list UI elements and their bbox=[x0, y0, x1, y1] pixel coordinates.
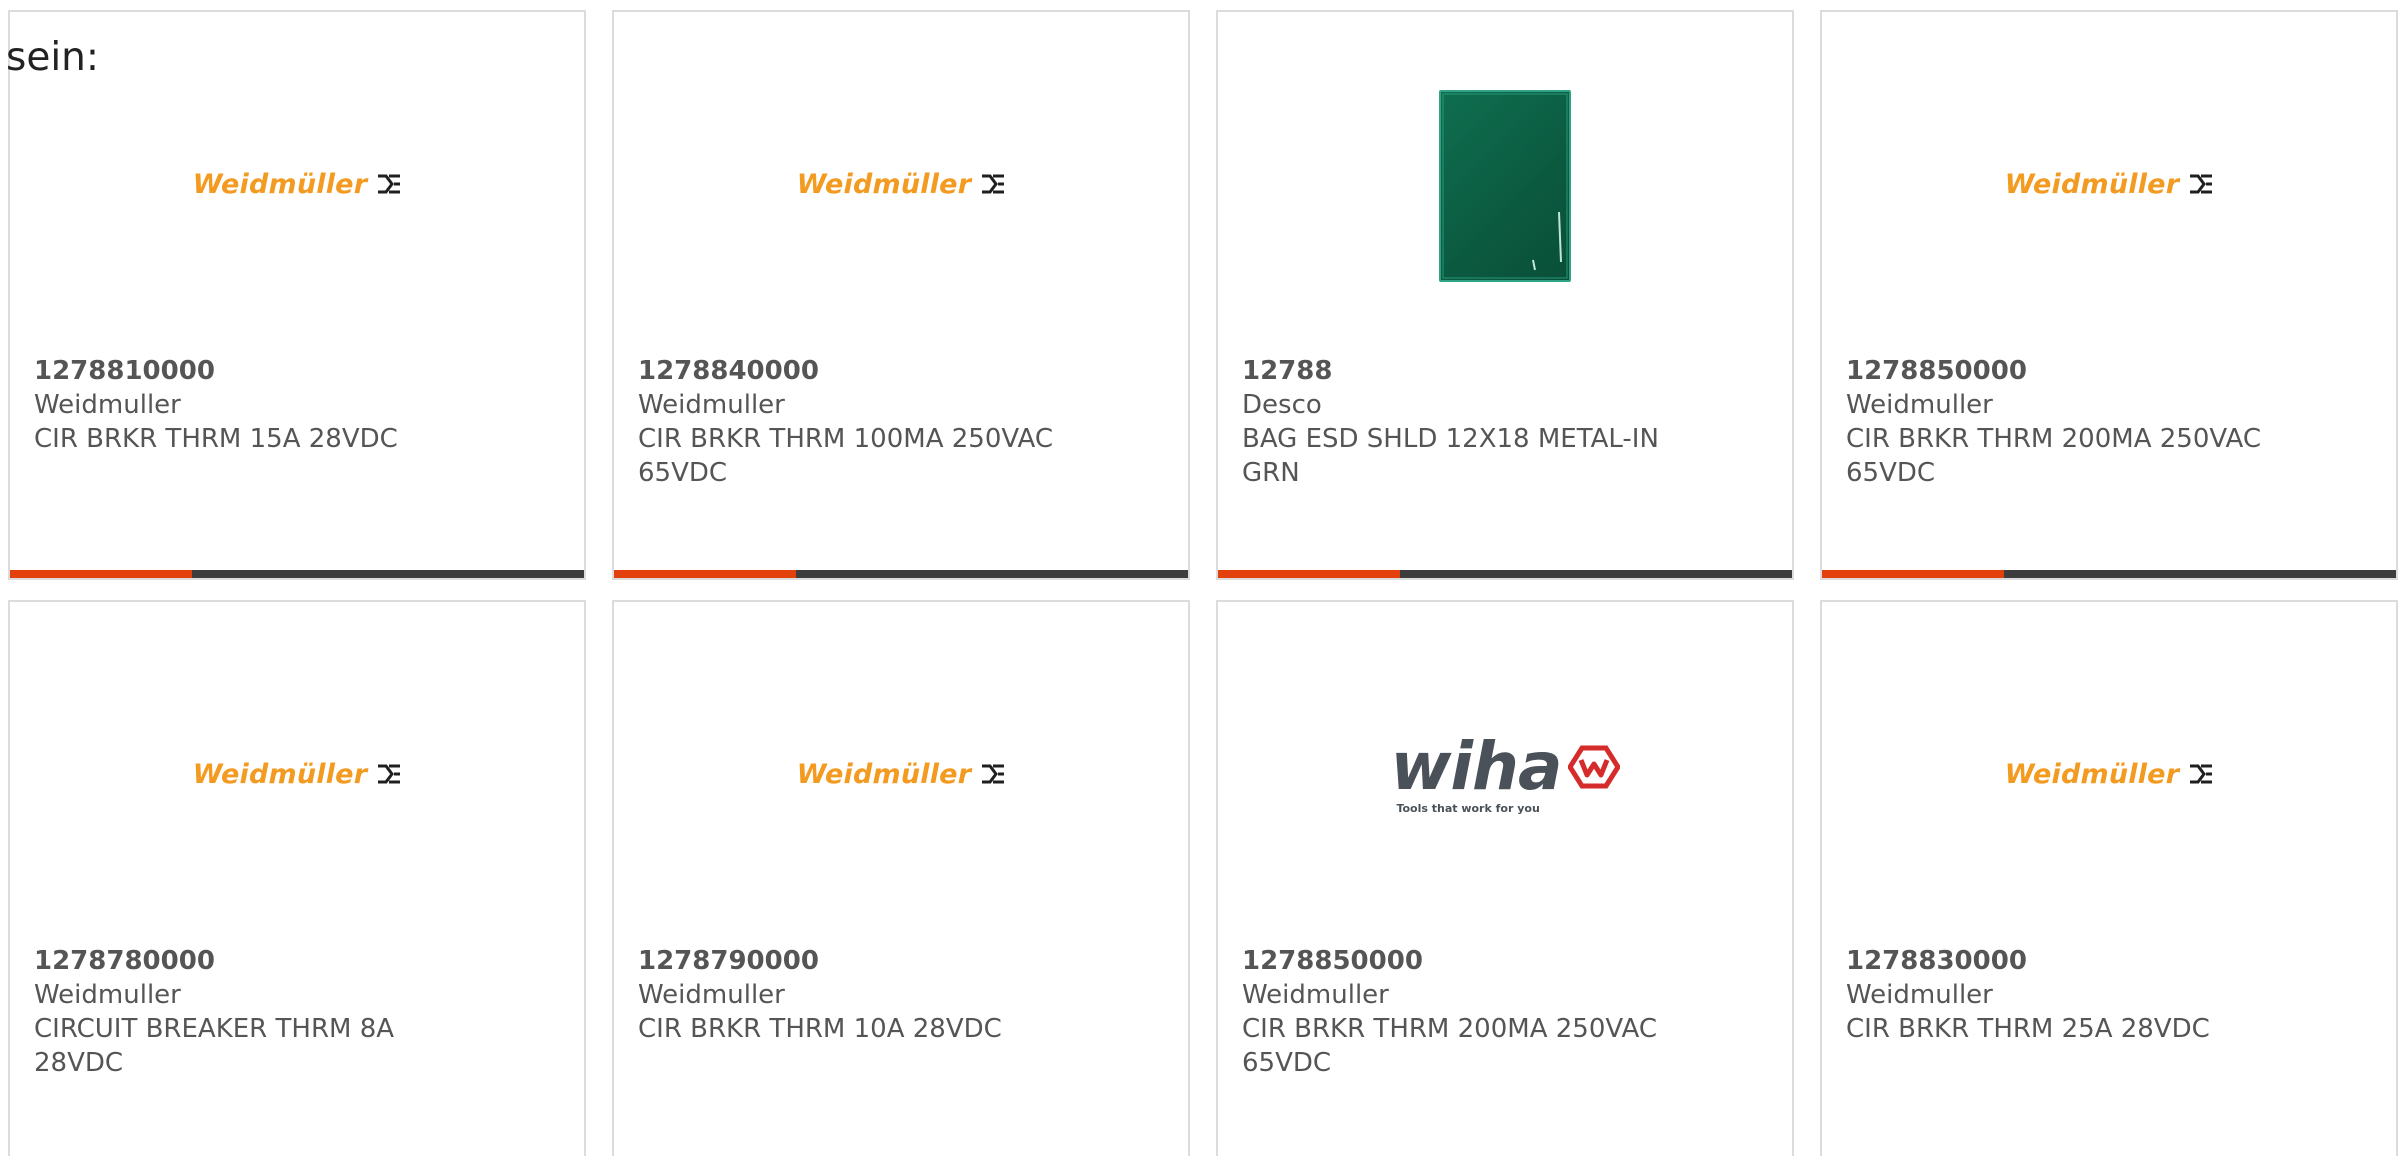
part-number[interactable]: 1278850000 bbox=[1242, 944, 1768, 978]
product-description: CIR BRKR THRM 10A 28VDC bbox=[638, 1014, 1002, 1044]
product-info: 12788 Desco BAG ESD SHLD 12X18 METAL-IN … bbox=[1242, 354, 1768, 490]
weidmuller-mark-icon bbox=[2190, 764, 2213, 784]
weidmuller-logo-text: Weidmüller bbox=[192, 168, 368, 200]
card-accent-bar bbox=[10, 570, 192, 578]
weidmuller-mark-icon bbox=[982, 764, 1005, 784]
weidmuller-logo: Weidmüller bbox=[797, 759, 1005, 790]
product-card[interactable]: Weidmüller 1278830000 Weidmuller CIR BRK… bbox=[1820, 600, 2398, 1156]
manufacturer: Weidmuller bbox=[638, 980, 785, 1010]
product-card[interactable]: Weidmüller 1278840000 Weidmuller CIR BRK… bbox=[612, 10, 1190, 580]
product-description: CIR BRKR THRM 200MA 250VAC 65VDC bbox=[1846, 424, 2261, 488]
product-card[interactable]: Weidmüller 1278780000 Weidmuller CIRCUIT… bbox=[8, 600, 586, 1156]
product-info: 1278850000 Weidmuller CIR BRKR THRM 200M… bbox=[1846, 354, 2372, 490]
weidmuller-mark-icon bbox=[2190, 174, 2213, 194]
weidmuller-logo: Weidmüller bbox=[193, 169, 401, 200]
part-number[interactable]: 12788 bbox=[1242, 354, 1768, 388]
product-description: CIR BRKR THRM 100MA 250VAC 65VDC bbox=[638, 424, 1053, 488]
part-number[interactable]: 1278790000 bbox=[638, 944, 1164, 978]
product-image[interactable]: Weidmüller bbox=[10, 64, 584, 304]
product-image[interactable]: Weidmüller bbox=[10, 654, 584, 894]
weidmuller-mark-icon bbox=[378, 174, 401, 194]
product-image[interactable]: Weidmüller bbox=[1822, 654, 2396, 894]
esd-bag-detail-icon bbox=[1442, 93, 1568, 279]
product-info: 1278840000 Weidmuller CIR BRKR THRM 100M… bbox=[638, 354, 1164, 490]
weidmuller-logo-text: Weidmüller bbox=[796, 758, 972, 790]
product-card[interactable]: Weidmüller 1278790000 Weidmuller CIR BRK… bbox=[612, 600, 1190, 1156]
part-number[interactable]: 1278810000 bbox=[34, 354, 560, 388]
product-description: BAG ESD SHLD 12X18 METAL-IN GRN bbox=[1242, 424, 1659, 488]
product-info: 1278830000 Weidmuller CIR BRKR THRM 25A … bbox=[1846, 944, 2372, 1046]
weidmuller-logo: Weidmüller bbox=[2005, 759, 2213, 790]
weidmuller-logo-text: Weidmüller bbox=[2004, 168, 2180, 200]
product-image[interactable] bbox=[1218, 64, 1792, 304]
product-image[interactable]: Weidmüller bbox=[614, 654, 1188, 894]
wiha-logo-text: wiha bbox=[1390, 727, 1562, 805]
product-card[interactable]: Weidmüller 1278810000 Weidmuller CIR BRK… bbox=[8, 10, 586, 580]
intro-text: sein: bbox=[6, 35, 100, 80]
product-grid: Weidmüller 1278810000 Weidmuller CIR BRK… bbox=[8, 10, 2400, 1156]
manufacturer: Weidmuller bbox=[34, 980, 181, 1010]
wiha-hexagon-icon bbox=[1567, 745, 1620, 788]
product-description: CIR BRKR THRM 200MA 250VAC 65VDC bbox=[1242, 1014, 1657, 1078]
weidmuller-logo: Weidmüller bbox=[2005, 169, 2213, 200]
product-card[interactable]: Weidmüller 1278850000 Weidmuller CIR BRK… bbox=[1820, 10, 2398, 580]
product-image[interactable]: Weidmüller bbox=[614, 64, 1188, 304]
card-footer-bar bbox=[614, 570, 1188, 578]
wiha-logo: wiha Tools that work for you bbox=[1390, 727, 1620, 815]
weidmuller-logo: Weidmüller bbox=[797, 169, 1005, 200]
product-description: CIRCUIT BREAKER THRM 8A 28VDC bbox=[34, 1014, 395, 1078]
card-footer-bar bbox=[10, 570, 584, 578]
part-number[interactable]: 1278840000 bbox=[638, 354, 1164, 388]
product-info: 1278810000 Weidmuller CIR BRKR THRM 15A … bbox=[34, 354, 560, 456]
card-accent-bar bbox=[614, 570, 796, 578]
part-number[interactable]: 1278780000 bbox=[34, 944, 560, 978]
part-number[interactable]: 1278830000 bbox=[1846, 944, 2372, 978]
card-footer-bar bbox=[1822, 570, 2396, 578]
weidmuller-mark-icon bbox=[982, 174, 1005, 194]
weidmuller-logo-text: Weidmüller bbox=[2004, 758, 2180, 790]
product-card[interactable]: 12788 Desco BAG ESD SHLD 12X18 METAL-IN … bbox=[1216, 10, 1794, 580]
manufacturer: Weidmuller bbox=[1846, 390, 1993, 420]
card-footer-bar bbox=[1218, 570, 1792, 578]
product-info: 1278780000 Weidmuller CIRCUIT BREAKER TH… bbox=[34, 944, 560, 1080]
product-description: CIR BRKR THRM 15A 28VDC bbox=[34, 424, 398, 454]
manufacturer: Weidmuller bbox=[1242, 980, 1389, 1010]
product-info: 1278850000 Weidmuller CIR BRKR THRM 200M… bbox=[1242, 944, 1768, 1080]
product-image[interactable]: wiha Tools that work for you bbox=[1218, 654, 1792, 894]
product-grid-page: sein: Weidmüller 1278810000 Weidmuller C… bbox=[0, 0, 2400, 1156]
product-info: 1278790000 Weidmuller CIR BRKR THRM 10A … bbox=[638, 944, 1164, 1046]
product-image[interactable]: Weidmüller bbox=[1822, 64, 2396, 304]
card-accent-bar bbox=[1218, 570, 1400, 578]
weidmuller-mark-icon bbox=[378, 764, 401, 784]
product-description: CIR BRKR THRM 25A 28VDC bbox=[1846, 1014, 2210, 1044]
weidmuller-logo-text: Weidmüller bbox=[192, 758, 368, 790]
manufacturer: Desco bbox=[1242, 390, 1322, 420]
wiha-tagline: Tools that work for you bbox=[1396, 801, 1540, 815]
manufacturer: Weidmuller bbox=[1846, 980, 1993, 1010]
weidmuller-logo-text: Weidmüller bbox=[796, 168, 972, 200]
esd-bag-image bbox=[1439, 90, 1571, 282]
card-accent-bar bbox=[1822, 570, 2004, 578]
product-card[interactable]: wiha Tools that work for you 1278850000 … bbox=[1216, 600, 1794, 1156]
weidmuller-logo: Weidmüller bbox=[193, 759, 401, 790]
manufacturer: Weidmuller bbox=[34, 390, 181, 420]
part-number[interactable]: 1278850000 bbox=[1846, 354, 2372, 388]
manufacturer: Weidmuller bbox=[638, 390, 785, 420]
